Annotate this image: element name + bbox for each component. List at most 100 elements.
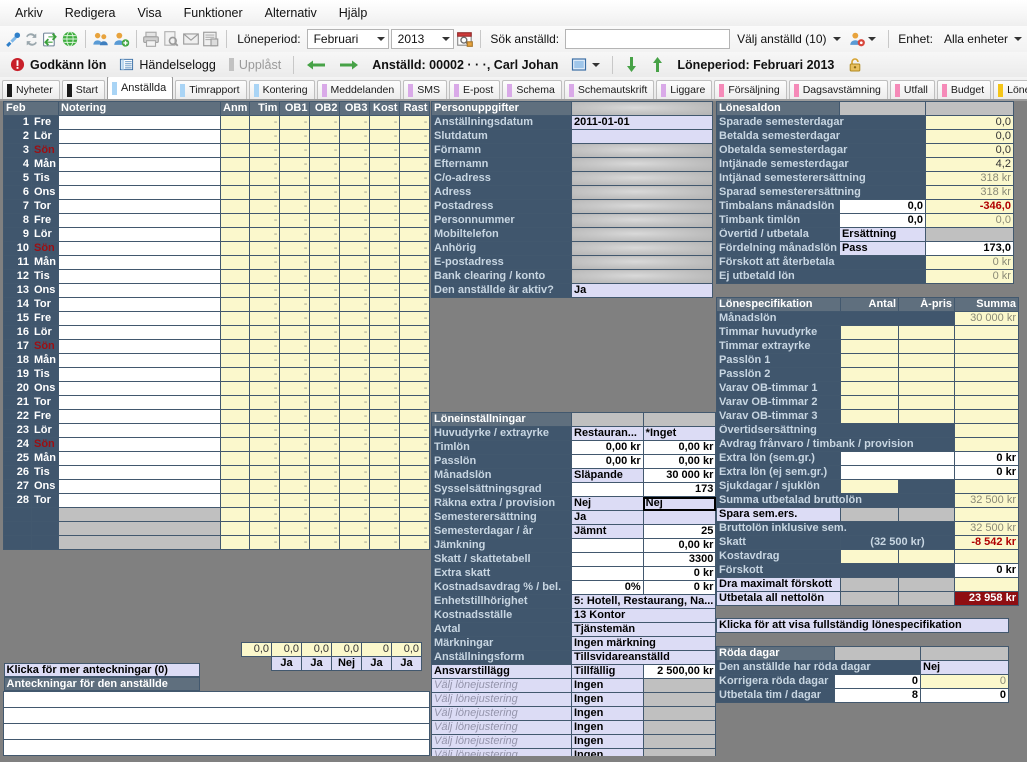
notes-line-row[interactable] xyxy=(3,707,430,724)
calendar-row[interactable]: ------ xyxy=(3,521,431,536)
calendar-value-cell[interactable]: - xyxy=(279,129,311,144)
notes-more-button[interactable]: Klicka för mer anteckningar (0) xyxy=(3,663,200,677)
calendar-value-cell[interactable]: - xyxy=(399,269,431,284)
person-row[interactable]: Adress xyxy=(431,185,713,200)
settings-row[interactable]: Räkna extra / provision Nej Nej xyxy=(431,496,717,511)
calendar-note-cell[interactable] xyxy=(58,339,221,354)
holiday-row[interactable]: Korrigera röda dagar 0 0 xyxy=(716,674,1009,689)
calendar-value-cell[interactable]: - xyxy=(339,367,371,382)
salary-adjustment-placeholder[interactable]: Välj lönejustering xyxy=(431,706,572,721)
salary-adjustment-row[interactable]: Välj lönejustering Ingen xyxy=(431,692,717,707)
payslip-row[interactable]: Sjukdagar / sjuklön xyxy=(716,479,1019,494)
payslip-antal[interactable] xyxy=(840,465,955,480)
balance-value-2[interactable]: 0 kr xyxy=(924,269,1014,284)
calendar-note-cell[interactable] xyxy=(58,367,221,382)
calendar-value-cell[interactable]: - xyxy=(249,269,281,284)
payslip-summa[interactable] xyxy=(954,409,1019,424)
calendar-value-cell[interactable]: - xyxy=(249,325,281,340)
holiday-value-1[interactable]: 0 xyxy=(834,674,921,689)
calendar-row[interactable]: ------ xyxy=(3,507,431,522)
calendar-value-cell[interactable]: - xyxy=(369,213,401,228)
calendar-value-cell[interactable]: - xyxy=(369,493,401,508)
settings-row[interactable]: Kostnadsställe 13 Kontor xyxy=(431,608,717,623)
payslip-antal[interactable] xyxy=(840,549,899,564)
select-employee-dropdown[interactable]: Välj anställd (10) xyxy=(732,29,845,49)
calendar-row[interactable]: ------ xyxy=(3,535,431,550)
calendar-row[interactable]: 3 Sön - - - - - - xyxy=(3,143,431,158)
calendar-value-cell[interactable]: - xyxy=(399,423,431,438)
calendar-value-cell[interactable]: - xyxy=(369,115,401,130)
calendar-value-cell[interactable]: - xyxy=(369,171,401,186)
calendar-value-cell[interactable]: - xyxy=(279,409,311,424)
notes-line-row[interactable] xyxy=(3,739,430,756)
calendar-anm-cell[interactable] xyxy=(219,143,251,158)
calendar-value-cell[interactable]: - xyxy=(309,129,341,144)
person-value[interactable] xyxy=(571,199,713,214)
calendar-value-cell[interactable]: - xyxy=(399,437,431,452)
payslip-summa[interactable]: 32 500 kr xyxy=(954,521,1019,536)
calendar-value-cell[interactable]: - xyxy=(309,451,341,466)
calendar-value-cell[interactable]: - xyxy=(369,465,401,480)
calendar-value-cell[interactable]: - xyxy=(399,409,431,424)
settings-row[interactable]: Kostnadsavdrag % / bel. 0% 0 kr xyxy=(431,580,717,595)
salary-adjustment-amount[interactable] xyxy=(642,692,717,707)
calendar-value-cell[interactable]: - xyxy=(369,297,401,312)
calendar-value-cell[interactable]: - xyxy=(279,213,311,228)
calendar-value-cell[interactable]: - xyxy=(399,325,431,340)
calendar-row[interactable]: 5 Tis - - - - - - xyxy=(3,171,431,186)
balance-value-1[interactable]: 0,0 xyxy=(838,213,926,228)
calendar-note-cell[interactable] xyxy=(58,157,221,172)
calendar-note-cell[interactable] xyxy=(58,465,221,480)
calendar-value-cell[interactable]: - xyxy=(279,395,311,410)
calendar-value-cell[interactable]: - xyxy=(339,311,371,326)
plug-icon[interactable] xyxy=(4,28,21,50)
payslip-antal[interactable] xyxy=(840,339,899,354)
calendar-row[interactable]: 21 Tor - - - - - - xyxy=(3,395,431,410)
calendar-note-cell[interactable] xyxy=(58,199,221,214)
settings-value-1[interactable]: Restauran... xyxy=(571,426,644,441)
import-export-icon[interactable] xyxy=(42,28,59,50)
payslip-row[interactable]: Timmar extrayrke xyxy=(716,339,1019,354)
tab-liggare[interactable]: Liggare xyxy=(656,80,713,99)
calendar-row[interactable]: 14 Tor - - - - - - xyxy=(3,297,431,312)
calendar-anm-cell[interactable] xyxy=(219,395,251,410)
calendar-value-cell[interactable]: - xyxy=(339,493,371,508)
payslip-summa[interactable]: 32 500 kr xyxy=(954,493,1019,508)
globe-icon[interactable] xyxy=(61,28,79,50)
calendar-value-cell[interactable]: - xyxy=(249,521,281,536)
person-row[interactable]: Postadress xyxy=(431,199,713,214)
payslip-row[interactable]: Kostavdrag xyxy=(716,549,1019,564)
settings-row[interactable]: Månadslön Släpande 30 000 kr xyxy=(431,468,717,483)
calendar-row[interactable]: 13 Ons - - - - - - xyxy=(3,283,431,298)
calendar-anm-cell[interactable] xyxy=(219,129,251,144)
calendar-value-cell[interactable]: - xyxy=(249,199,281,214)
settings-value-1[interactable]: 0,00 kr xyxy=(571,454,644,469)
calendar-value-cell[interactable]: - xyxy=(309,535,341,550)
calendar-value-cell[interactable]: - xyxy=(249,283,281,298)
calendar-anm-cell[interactable] xyxy=(219,311,251,326)
calendar-value-cell[interactable]: - xyxy=(309,185,341,200)
salary-adjustment-value[interactable]: Ingen xyxy=(571,692,644,707)
calendar-value-cell[interactable]: - xyxy=(249,535,281,550)
calendar-value-cell[interactable]: - xyxy=(279,255,311,270)
calendar-value-cell[interactable]: - xyxy=(339,451,371,466)
calendar-value-cell[interactable]: - xyxy=(339,241,371,256)
holiday-value-2[interactable]: 0 xyxy=(920,674,1009,689)
payslip-antal[interactable] xyxy=(840,409,899,424)
balance-row[interactable]: Ej utbetald lön 0 kr xyxy=(716,269,1014,284)
settings-value-1[interactable] xyxy=(571,566,644,581)
calendar-value-cell[interactable]: - xyxy=(279,535,311,550)
calendar-value-cell[interactable]: - xyxy=(339,255,371,270)
payslip-apris[interactable] xyxy=(898,409,955,424)
calendar-value-cell[interactable]: - xyxy=(339,339,371,354)
calendar-row[interactable]: 4 Mån - - - - - - xyxy=(3,157,431,172)
calendar-value-cell[interactable]: - xyxy=(339,325,371,340)
payslip-antal[interactable] xyxy=(840,451,955,466)
calendar-value-cell[interactable]: - xyxy=(309,423,341,438)
salary-adjustment-placeholder[interactable]: Välj lönejustering xyxy=(431,720,572,735)
person-value[interactable]: Ja xyxy=(571,283,713,298)
calendar-value-cell[interactable]: - xyxy=(399,535,431,550)
calendar-value-cell[interactable]: - xyxy=(369,157,401,172)
person-value[interactable] xyxy=(571,269,713,284)
calendar-value-cell[interactable]: - xyxy=(249,451,281,466)
